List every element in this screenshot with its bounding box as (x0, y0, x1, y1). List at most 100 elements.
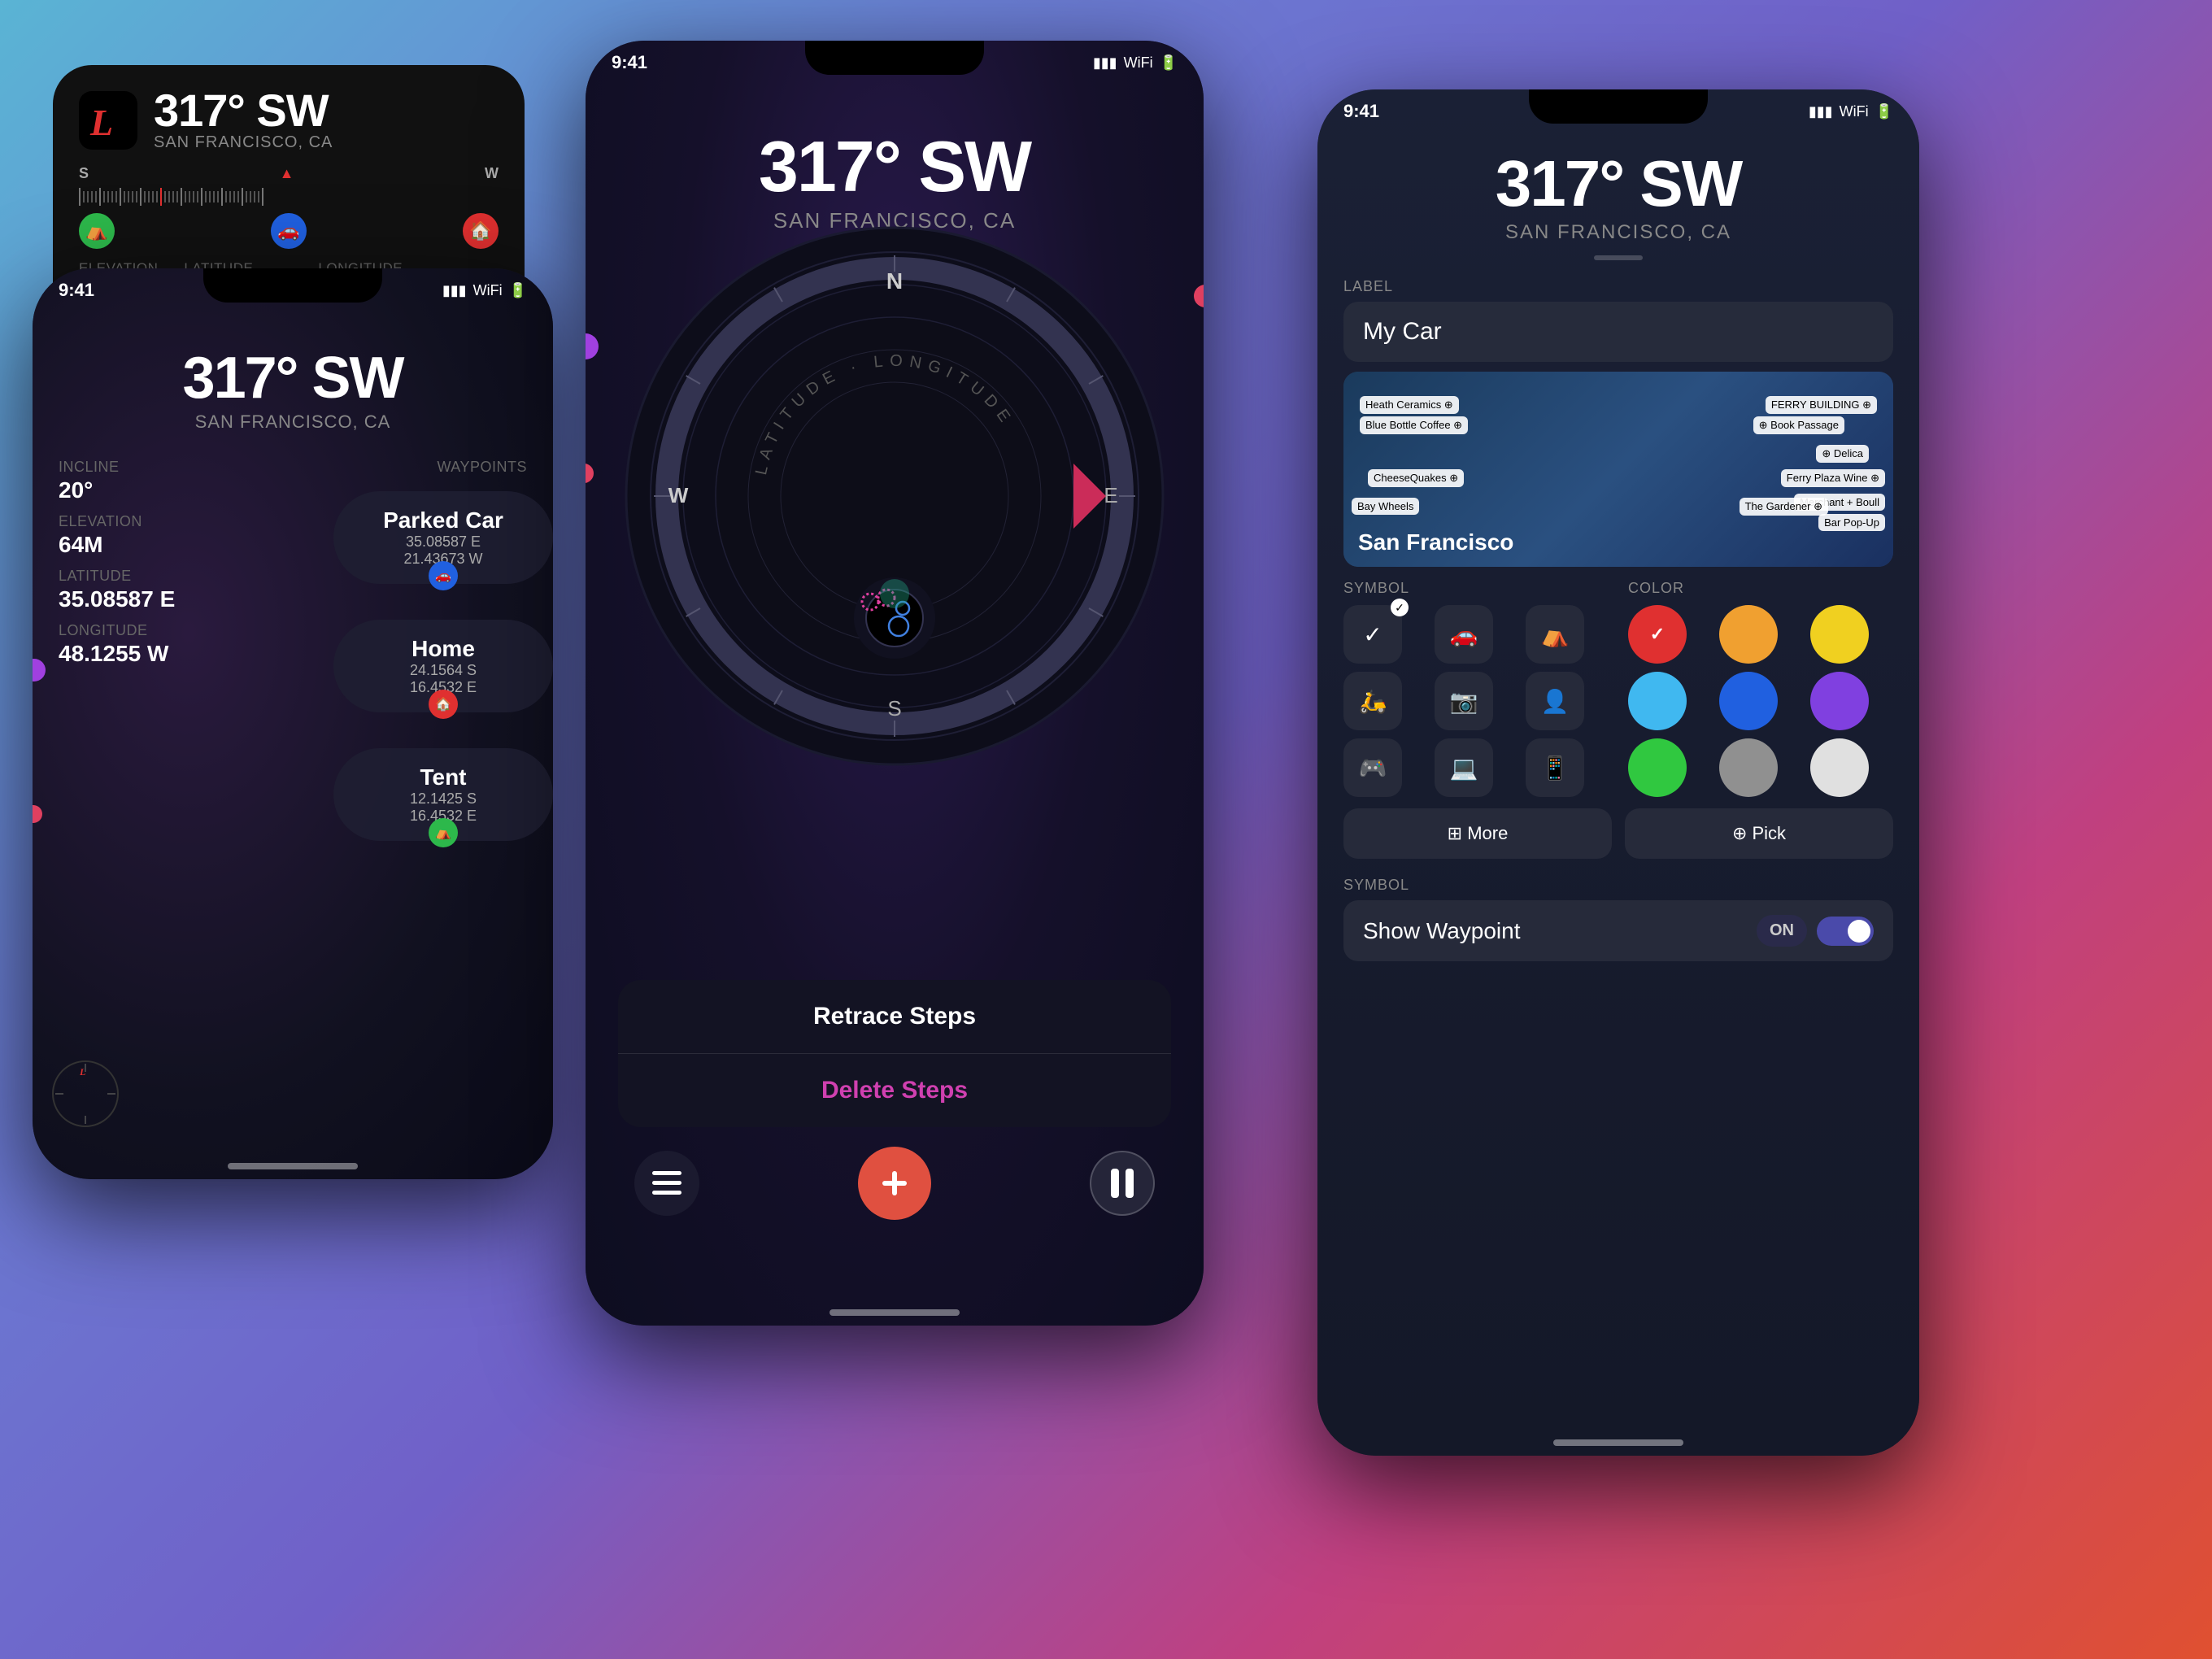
right-home-indicator (1553, 1439, 1683, 1446)
more-pick-row: ⊞ More ⊕ Pick (1343, 808, 1893, 859)
app-logo: L (79, 91, 137, 150)
pin-red: 🏠 (463, 213, 499, 249)
label-section-title: LABEL (1343, 278, 1893, 295)
toggle-control[interactable]: ON (1757, 915, 1874, 947)
sym-btn-camera[interactable]: 📷 (1435, 672, 1493, 730)
svg-text:E: E (1104, 483, 1117, 507)
sym-btn-check[interactable]: ✓ (1343, 605, 1402, 664)
pick-button[interactable]: ⊕ Pick (1625, 808, 1893, 859)
drag-handle[interactable] (1594, 255, 1643, 260)
waypoint-icon-2: ⛺ (429, 818, 458, 847)
sym-btn-monitor[interactable]: 💻 (1435, 738, 1493, 797)
map-label-ferry: FERRY BUILDING ⊕ (1766, 396, 1877, 414)
color-orange[interactable] (1719, 605, 1778, 664)
wifi-icon: WiFi (473, 282, 503, 299)
map-label-cheese: CheeseQuakes ⊕ (1368, 469, 1464, 487)
map-thumbnail: Heath Ceramics ⊕ Blue Bottle Coffee ⊕ FE… (1343, 372, 1893, 567)
add-button[interactable] (858, 1147, 931, 1220)
compass-label-w: W (485, 165, 499, 182)
incline-label: INCLINE (59, 459, 280, 476)
waypoint-home: Home 24.1564 S 16.4532 E 🏠 (333, 620, 553, 712)
center-wifi-icon: WiFi (1124, 54, 1153, 72)
center-direction: 317° SW (618, 125, 1171, 208)
phone-center: 9:41 ▮▮▮ WiFi 🔋 317° SW SAN FRANCISCO, C… (586, 41, 1204, 1326)
color-green[interactable] (1628, 738, 1687, 797)
signal-icon: ▮▮▮ (442, 282, 467, 299)
action-buttons: Retrace Steps Delete Steps (618, 980, 1171, 1127)
sym-btn-person[interactable]: 👤 (1526, 672, 1584, 730)
right-status-icons: ▮▮▮ WiFi 🔋 (1809, 103, 1893, 120)
svg-text:L: L (89, 102, 113, 143)
bottom-panel: Retrace Steps Delete Steps (618, 980, 1171, 1220)
waypoint-coord-0a: 35.08587 E (353, 533, 533, 551)
toggle-switch[interactable] (1817, 917, 1874, 946)
status-bar: 9:41 ▮▮▮ WiFi 🔋 (33, 268, 553, 312)
phone2-content: 317° SW SAN FRANCISCO, CA INCLINE 20° WA… (33, 312, 553, 1179)
sym-btn-scooter[interactable]: 🛵 (1343, 672, 1402, 730)
waypoint-parked-car: Parked Car 35.08587 E 21.43673 W 🚗 (333, 491, 553, 584)
compass-tick-bar (79, 185, 499, 208)
waypoint-name-0: Parked Car (353, 507, 533, 533)
incline-value: 20° (59, 477, 280, 503)
pin-green: ⛺ (79, 213, 115, 249)
color-white[interactable] (1810, 738, 1869, 797)
waypoint-tent: Tent 12.1425 S 16.4532 E ⛺ (333, 748, 553, 841)
sym-btn-phone[interactable]: 📱 (1526, 738, 1584, 797)
pin-blue: 🚗 (271, 213, 307, 249)
widget-location: SAN FRANCISCO, CA (154, 133, 499, 152)
more-button[interactable]: ⊞ More (1343, 808, 1612, 859)
symbol-grid-col: SYMBOL ✓ 🚗 ⛺ 🛵 📷 👤 🎮 💻 📱 (1343, 580, 1609, 797)
waypoint-coord-1a: 24.1564 S (353, 662, 533, 679)
battery-icon: 🔋 (509, 282, 527, 299)
delete-button[interactable]: Delete Steps (618, 1054, 1171, 1127)
phone2-location: SAN FRANCISCO, CA (59, 411, 527, 433)
pause-button[interactable] (1090, 1151, 1155, 1216)
map-label-gardener: The Gardener ⊕ (1740, 498, 1828, 516)
big-compass-dial: N S E W LATITUDE · LONGITUDE (618, 220, 1171, 773)
bottom-toolbar (618, 1147, 1171, 1220)
symbol-grid: ✓ 🚗 ⛺ 🛵 📷 👤 🎮 💻 📱 (1343, 605, 1609, 797)
color-blue[interactable] (1719, 672, 1778, 730)
color-grid-col: COLOR (1628, 580, 1893, 797)
sym-btn-tent[interactable]: ⛺ (1526, 605, 1584, 664)
svg-text:L: L (79, 1066, 85, 1078)
retrace-button[interactable]: Retrace Steps (618, 980, 1171, 1054)
right-content: 317° SW SAN FRANCISCO, CA LABEL Heath Ce… (1317, 133, 1919, 1456)
waypoint-coord-2a: 12.1425 S (353, 790, 533, 808)
right-signal-icon: ▮▮▮ (1809, 103, 1833, 120)
sym-btn-car[interactable]: 🚗 (1435, 605, 1493, 664)
svg-text:N: N (886, 268, 903, 294)
symbol-bottom-section: SYMBOL Show Waypoint ON (1343, 877, 1893, 961)
status-icons: ▮▮▮ WiFi 🔋 (442, 282, 527, 299)
waypoints-list: Parked Car 35.08587 E 21.43673 W 🚗 Home … (333, 491, 553, 841)
map-city-label: San Francisco (1358, 529, 1513, 555)
waypoint-icon-0: 🚗 (429, 561, 458, 590)
map-label-ferryplaza: Ferry Plaza Wine ⊕ (1781, 469, 1885, 487)
waypoint-name-1: Home (353, 636, 533, 662)
sym-btn-gamepad[interactable]: 🎮 (1343, 738, 1402, 797)
color-purple[interactable] (1810, 672, 1869, 730)
color-gray[interactable] (1719, 738, 1778, 797)
right-status-time: 9:41 (1343, 101, 1379, 122)
right-wifi-icon: WiFi (1840, 103, 1869, 120)
map-label-book: ⊕ Book Passage (1753, 416, 1844, 434)
widget-direction: 317° SW (154, 88, 499, 133)
show-waypoint-label: Show Waypoint (1363, 918, 1521, 944)
list-button[interactable] (634, 1151, 699, 1216)
center-battery-icon: 🔋 (1160, 54, 1178, 72)
center-status-time: 9:41 (612, 52, 647, 73)
color-yellow[interactable] (1810, 605, 1869, 664)
waypoint-icon-1: 🏠 (429, 690, 458, 719)
svg-text:W: W (668, 483, 689, 507)
map-label-barpop: Bar Pop-Up (1818, 514, 1885, 531)
phone2-direction: 317° SW (59, 345, 527, 411)
center-status-bar: 9:41 ▮▮▮ WiFi 🔋 (586, 41, 1204, 85)
color-light-blue[interactable] (1628, 672, 1687, 730)
label-input[interactable] (1343, 302, 1893, 362)
center-status-icons: ▮▮▮ WiFi 🔋 (1093, 54, 1178, 72)
color-red[interactable] (1628, 605, 1687, 664)
home-indicator (228, 1163, 358, 1169)
color-grid (1628, 605, 1893, 797)
symbol-color-section: SYMBOL ✓ 🚗 ⛺ 🛵 📷 👤 🎮 💻 📱 COLOR (1343, 580, 1893, 797)
compass-ticks (79, 185, 499, 208)
